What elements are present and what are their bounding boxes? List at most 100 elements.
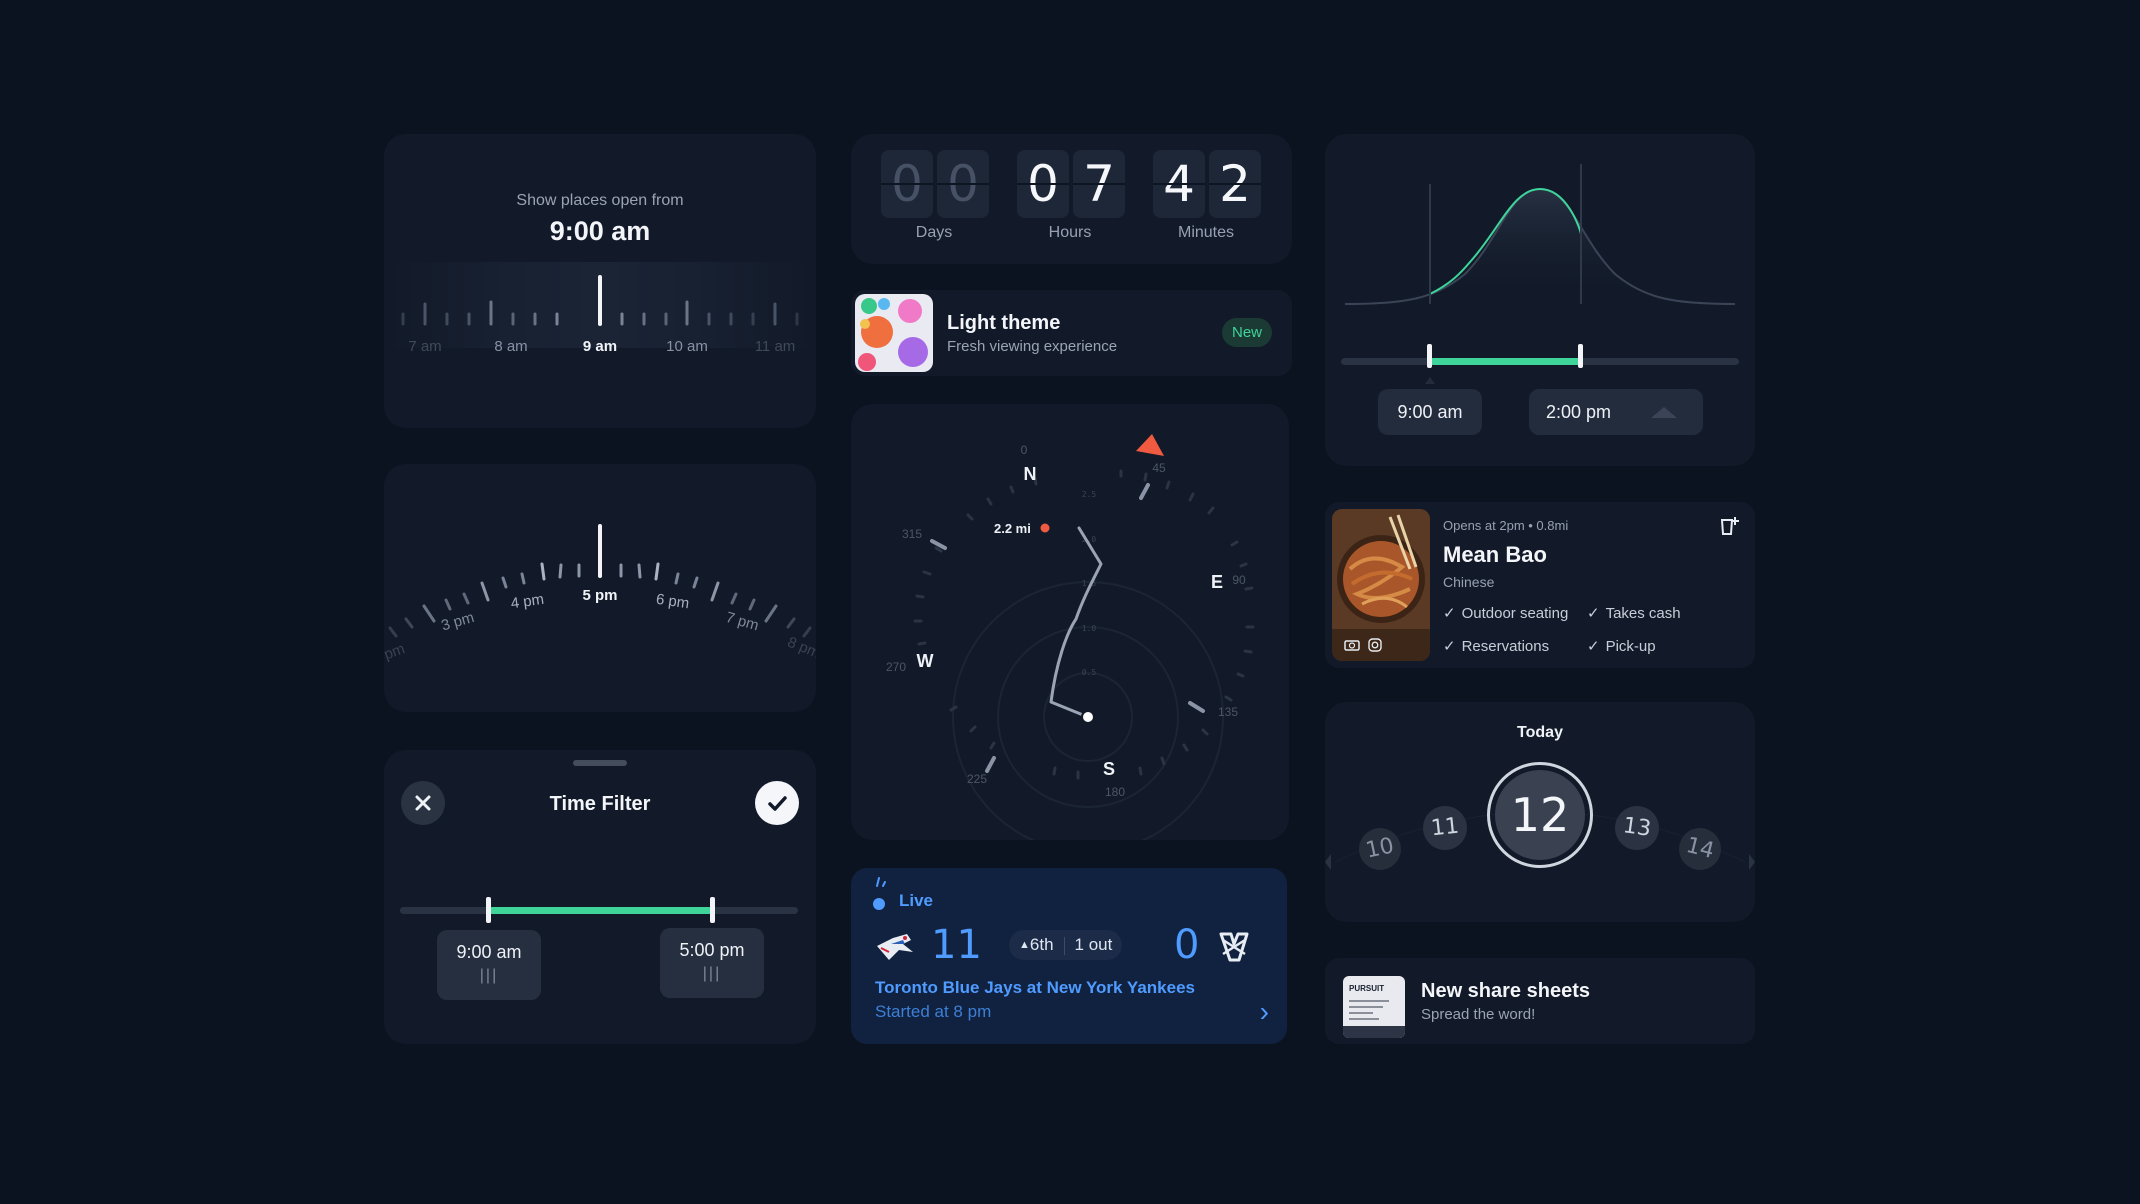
window-start-knob (1427, 344, 1432, 368)
distance-label: 2.2 mi (994, 521, 1031, 536)
degree-label: 135 (1218, 705, 1238, 719)
dial-label: 3 pm (439, 609, 476, 635)
share-sheets-card[interactable]: PURSUIT New share sheets Spread the word… (1325, 958, 1755, 1044)
sheet-drag-handle[interactable] (573, 760, 627, 766)
time-filter-sheet: Time Filter 9:00 am ||| 5:00 pm ||| (384, 750, 816, 1044)
cardinal-e: E (1211, 572, 1223, 592)
ring-label: 0.5 (1082, 668, 1097, 677)
game-start: Started at 8 pm (875, 1002, 992, 1021)
arc-dial[interactable]: pm 3 pm 4 pm 5 pm 6 pm 7 pm 8 pm (384, 464, 816, 712)
restaurant-meta: Opens at 2pm • 0.8mi (1443, 518, 1569, 533)
live-indicator (873, 898, 885, 910)
days-digit-1: 0 (881, 150, 933, 218)
restaurant-photo (1332, 509, 1430, 661)
check-icon: ✓ (1587, 638, 1600, 655)
away-score: 0 (1174, 922, 1200, 968)
live-game-card[interactable]: Live 11 ▲6th 1 out 0 Toronto Blue Jays at… (851, 868, 1287, 1044)
degree-label: 315 (902, 527, 922, 541)
degree-label: 180 (1105, 785, 1125, 799)
cardinal-s: S (1103, 759, 1115, 779)
minutes-label: Minutes (1177, 224, 1235, 241)
window-range (1430, 358, 1581, 365)
check-icon (768, 796, 787, 811)
time-ruler-ticks[interactable]: 7 am 8 am 9 am 10 am 11 am (384, 134, 816, 428)
slider-start-knob (486, 897, 491, 923)
filter-start-pill[interactable]: 9:00 am ||| (437, 930, 541, 1000)
window-end-knob (1578, 344, 1583, 368)
compass[interactable]: 0 45 90 135 180 225 270 315 2.5 2.0 1.5 … (851, 404, 1289, 840)
degree-label: 270 (886, 660, 906, 674)
dial-label-selected: 5 pm (582, 587, 617, 604)
feature-reservations: ✓ Reservations (1443, 637, 1549, 655)
days-digit-2: 0 (937, 150, 989, 218)
degree-label: 0 (1021, 443, 1028, 457)
tick-label: 10 am (666, 338, 708, 355)
grip-icon: ||| (702, 965, 722, 982)
blue-jays-logo-icon (877, 934, 913, 960)
route-path (1049, 526, 1103, 719)
tick-45 (1139, 483, 1150, 500)
tick-label-selected: 9 am (583, 338, 617, 355)
feature-label: Pick-up (1605, 638, 1656, 655)
outs-label: 1 out (1074, 935, 1113, 954)
feature-label: Reservations (1461, 638, 1550, 655)
inning-divider (1063, 936, 1065, 955)
instagram-icon (1368, 638, 1382, 652)
confirm-button[interactable] (755, 781, 799, 825)
slider-range (489, 907, 712, 914)
hours-digit-2: 7 (1073, 150, 1125, 218)
feature-pick-up: ✓ Pick-up (1587, 637, 1656, 655)
ring-label: 2.5 (1082, 490, 1097, 499)
slider-end-knob (710, 897, 715, 923)
new-badge: New (1221, 318, 1272, 347)
inning-up-icon: ▲ (1019, 939, 1030, 951)
time-window-card: 9:00 am 2:00 pm (1325, 134, 1755, 466)
share-sheets-title: New share sheets (1421, 980, 1590, 1002)
tick-135 (1188, 701, 1205, 713)
yankees-logo-icon (1219, 932, 1249, 962)
check-icon: ✓ (1443, 605, 1456, 622)
dial-label: 7 pm (724, 609, 761, 635)
compass-card: 0 45 90 135 180 225 270 315 2.5 2.0 1.5 … (851, 404, 1289, 840)
tick-label: 11 am (755, 338, 796, 355)
camera-icon (1344, 640, 1360, 651)
dial-label: 4 pm (510, 591, 545, 612)
home-score: 11 (931, 922, 982, 968)
feature-label: Takes cash (1605, 605, 1681, 622)
window-end-pill[interactable]: 2:00 pm (1529, 389, 1703, 435)
add-to-list-icon[interactable] (1717, 514, 1741, 538)
inning-label: 6th (1029, 935, 1054, 954)
hours-label: Hours (1048, 224, 1092, 241)
day-12-selected[interactable]: 12 (1487, 762, 1593, 868)
feature-outdoor-seating: ✓ Outdoor seating (1443, 604, 1568, 622)
tick-315 (930, 539, 947, 550)
window-end-time: 2:00 pm (1546, 402, 1612, 422)
countdown-card: 0 0 0 7 4 2 Days Hours Minutes (851, 134, 1292, 264)
live-status: Live (899, 891, 934, 910)
feature-takes-cash: ✓ Takes cash (1587, 604, 1681, 622)
chevron-right-icon[interactable]: › (1260, 996, 1269, 1028)
filter-end-time: 5:00 pm (679, 940, 745, 960)
heading-marker-icon (1136, 434, 1164, 456)
dial-label: 6 pm (655, 591, 690, 612)
filter-end-pill[interactable]: 5:00 pm ||| (660, 928, 764, 998)
ring-label: 1.0 (1082, 624, 1097, 633)
light-theme-card[interactable]: Light theme Fresh viewing experience New (851, 290, 1292, 376)
degree-label: 45 (1152, 461, 1166, 475)
live-pulse-icon (876, 877, 886, 887)
tick-label: 7 am (408, 338, 441, 355)
restaurant-cuisine: Chinese (1443, 574, 1495, 590)
light-theme-subtitle: Fresh viewing experience (947, 338, 1118, 355)
share-sheets-subtitle: Spread the word! (1421, 1006, 1536, 1023)
check-icon: ✓ (1443, 638, 1456, 655)
destination-dot (1040, 523, 1050, 533)
restaurant-card[interactable]: Opens at 2pm • 0.8mi Mean Bao Chinese ✓ O… (1325, 502, 1755, 668)
inning-pill: ▲6th 1 out (1009, 930, 1123, 960)
light-theme-title: Light theme (947, 312, 1061, 334)
dial-label: 8 pm (785, 634, 816, 662)
check-icon: ✓ (1587, 605, 1600, 622)
cardinal-w: W (917, 651, 934, 671)
day-12: 12 (1495, 770, 1585, 860)
window-start-pill[interactable]: 9:00 am (1378, 389, 1482, 435)
time-ruler-card: Show places open from 9:00 am 7 am 8 am (384, 134, 816, 428)
